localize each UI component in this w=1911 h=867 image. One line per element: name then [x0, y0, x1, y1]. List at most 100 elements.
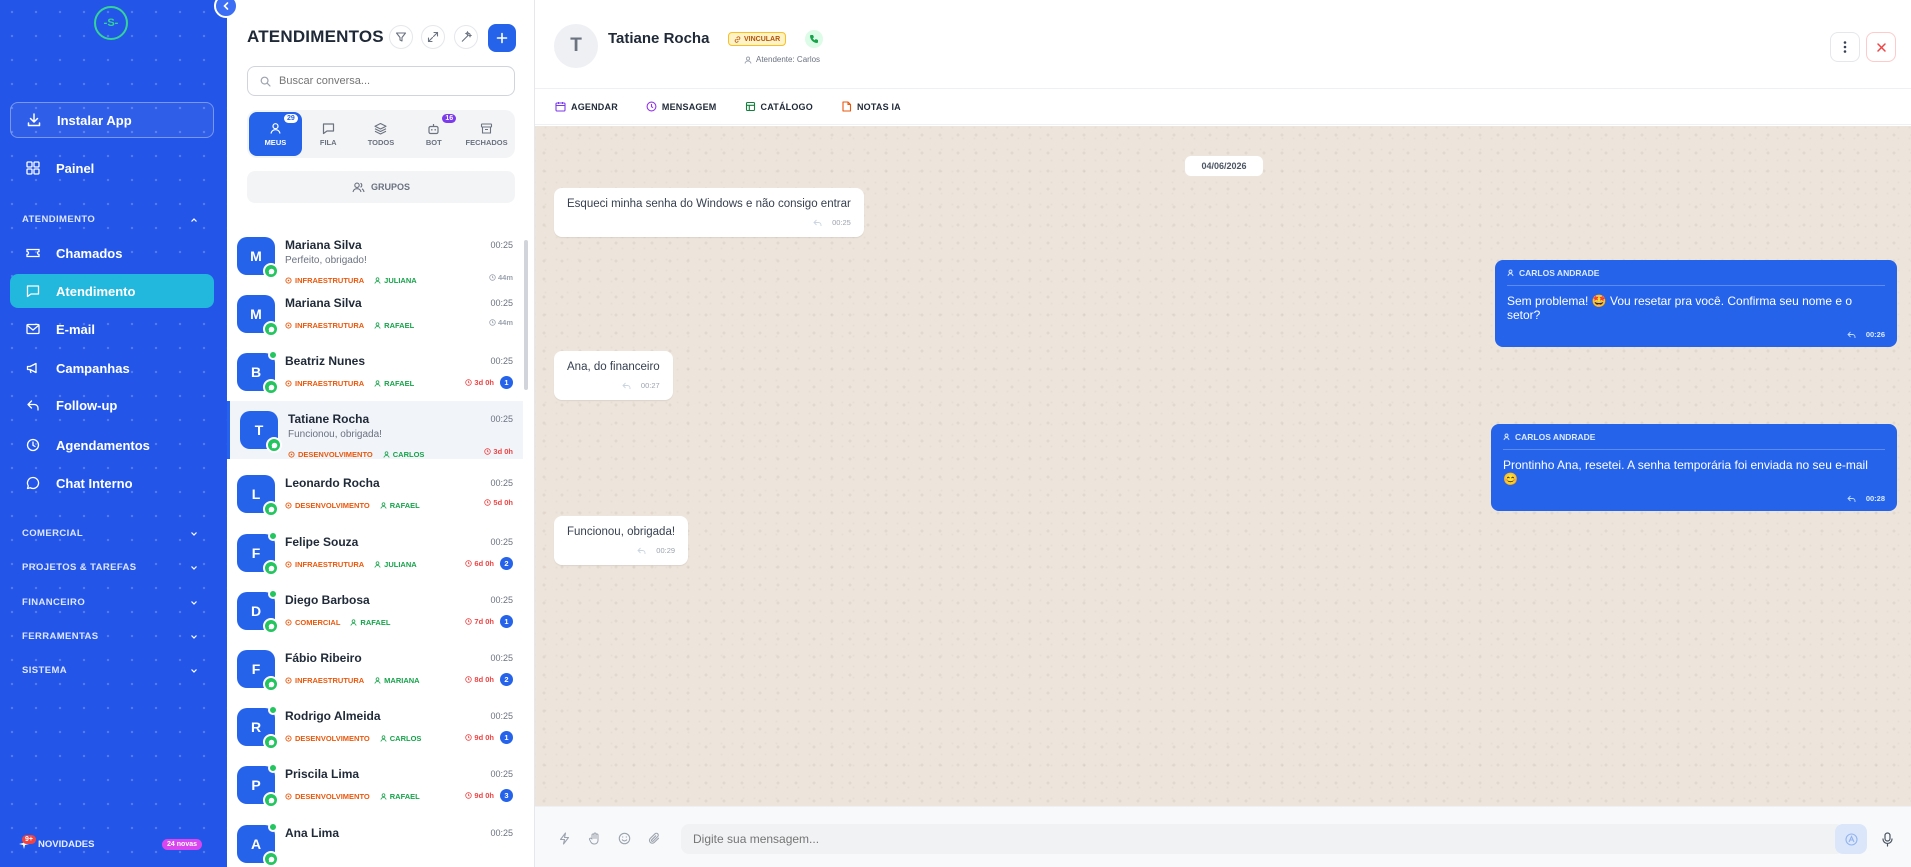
message-bubble-incoming[interactable]: Esqueci minha senha do Windows e não con…	[554, 188, 864, 237]
reply-arrow-icon	[27, 400, 39, 411]
logo-text: -S-	[103, 17, 119, 29]
call-button[interactable]	[805, 30, 823, 48]
conversation-row[interactable]: T Tatiane Rocha 00:25 Funcionou, obrigada! D…	[227, 401, 523, 459]
sidebar-section-sistema[interactable]: SISTEMA	[22, 665, 198, 676]
megaphone-icon	[26, 362, 37, 374]
reply-icon[interactable]	[1847, 495, 1856, 503]
sidebar-item-atendimento[interactable]: Atendimento	[10, 274, 214, 308]
tab-todos[interactable]: TODOS	[355, 112, 408, 156]
conversation-row[interactable]: F Fábio Ribeiro 00:25 INFRAESTRUTURA MARIANA…	[227, 640, 523, 698]
ai-assist-button[interactable]	[1835, 824, 1867, 854]
sidebar-item-painel[interactable]: Painel	[10, 151, 214, 185]
conversation-row[interactable]: F Felipe Souza 00:25 INFRAESTRUTURA JULIANA 6…	[227, 524, 523, 582]
conversation-row[interactable]: A Ana Lima 00:25	[227, 815, 523, 867]
department-icon	[285, 792, 292, 800]
reply-icon[interactable]	[813, 219, 822, 227]
reply-icon[interactable]	[637, 547, 646, 555]
expand-icon	[427, 31, 439, 43]
sidebar-section-ferramentas[interactable]: FERRAMENTAS	[22, 631, 198, 642]
elapsed-time: 5d 0h	[484, 498, 513, 507]
sidebar-item-campanhas[interactable]: Campanhas	[10, 351, 214, 385]
department-label: COMERCIAL	[295, 617, 341, 627]
message-time: 00:25	[490, 356, 513, 366]
notas-ia-button[interactable]: NOTAS IA	[841, 101, 901, 112]
chat-header: T Tatiane Rocha VINCULAR Atendente: Carl…	[535, 0, 1911, 89]
row-tags: DESENVOLVIMENTO RAFAEL	[285, 790, 420, 802]
search-input[interactable]	[279, 75, 499, 87]
tab-meus[interactable]: 29 MEUS	[249, 112, 302, 156]
chat-toolbar: AGENDAR MENSAGEM CATÁLOGO NOTAS IA	[535, 89, 1911, 125]
sidebar-item-chat-interno[interactable]: Chat Interno	[10, 466, 214, 500]
attach-button[interactable]	[645, 829, 663, 847]
quick-replies-button[interactable]	[555, 829, 573, 847]
message-bubble-incoming[interactable]: Funcionou, obrigada! 00:29	[554, 516, 689, 565]
row-meta: 7d 0h 1	[465, 615, 513, 628]
sidebar-item-followup[interactable]: Follow-up	[10, 388, 214, 422]
conversation-row[interactable]: R Rodrigo Almeida 00:25 DESENVOLVIMENTO CARL…	[227, 698, 523, 756]
hand-raise-button[interactable]	[585, 829, 603, 847]
conversation-row[interactable]: L Leonardo Rocha 00:25 DESENVOLVIMENTO RAFAE…	[227, 465, 523, 523]
conversation-scrollbar[interactable]	[524, 240, 528, 390]
sidebar-item-label: Follow-up	[56, 397, 118, 413]
department-tag: INFRAESTRUTURA	[285, 321, 364, 330]
news-button[interactable]: 9+ NOVIDADES 24 novas	[18, 835, 202, 850]
contact-name: Mariana Silva	[285, 238, 362, 252]
emoji-button[interactable]	[615, 829, 633, 847]
close-conversation-button[interactable]	[1866, 32, 1896, 62]
contact-avatar[interactable]: T	[554, 24, 598, 68]
sidebar-section-comercial[interactable]: COMERCIAL	[22, 528, 198, 539]
reply-icon[interactable]	[622, 382, 631, 390]
message-area[interactable]: 04/06/2026 Esqueci minha senha do Window…	[535, 126, 1911, 806]
conversation-row[interactable]: M Mariana Silva 00:25 INFRAESTRUTURA RAFAEL 4…	[227, 285, 523, 343]
conversation-row[interactable]: M Mariana Silva 00:25 Perfeito, obrigado! IN…	[227, 227, 523, 285]
sidebar-section-atendimento[interactable]: ATENDIMENTO	[22, 214, 198, 225]
message-input[interactable]	[681, 824, 1844, 854]
sidebar-item-chamados[interactable]: Chamados	[10, 236, 214, 270]
message-meta: 00:26	[1507, 330, 1885, 339]
sidebar-item-label: Agendamentos	[56, 437, 150, 453]
message-bubble-outgoing[interactable]: CARLOS ANDRADE Sem problema! 🤩 Vou reset…	[1495, 260, 1897, 347]
clock-icon	[646, 101, 657, 112]
install-app-button[interactable]: Instalar App	[10, 102, 214, 138]
chevron-down-icon	[191, 668, 197, 673]
conversation-row[interactable]: P Priscila Lima 00:25 DESENVOLVIMENTO RAFAEL…	[227, 756, 523, 814]
filter-button[interactable]	[389, 25, 413, 49]
tab-fechados[interactable]: FECHADOS	[460, 112, 513, 156]
message-bubble-outgoing[interactable]: CARLOS ANDRADE Prontinho Ana, resetei. A…	[1491, 424, 1897, 511]
chevron-down-icon	[191, 600, 197, 605]
reply-icon[interactable]	[1847, 331, 1856, 339]
avatar-initial: F	[251, 661, 261, 677]
conversation-row[interactable]: D Diego Barbosa 00:25 COMERCIAL RAFAEL 7d 0h 1	[227, 582, 523, 640]
new-conversation-button[interactable]	[488, 24, 516, 52]
sidebar-item-agendamentos[interactable]: Agendamentos	[10, 428, 214, 462]
message-bubble-incoming[interactable]: Ana, do financeiro 00:27	[554, 351, 673, 400]
vincular-button[interactable]: VINCULAR	[728, 32, 787, 46]
elapsed-label: 3d 0h	[493, 447, 513, 456]
avatar: F	[237, 531, 279, 576]
more-options-button[interactable]	[1830, 32, 1860, 62]
mensagem-button[interactable]: MENSAGEM	[646, 101, 717, 112]
link-icon	[734, 35, 741, 43]
conversation-row[interactable]: B Beatriz Nunes 00:25 INFRAESTRUTURA RAFAEL 3…	[227, 343, 523, 401]
sidebar-section-label: ATENDIMENTO	[22, 214, 96, 225]
microphone-button[interactable]	[1876, 828, 1898, 850]
sidebar-item-email[interactable]: E-mail	[10, 312, 214, 346]
tab-bot[interactable]: 16 BOT	[407, 112, 460, 156]
sidebar-section-financeiro[interactable]: FINANCEIRO	[22, 597, 198, 608]
agendar-button[interactable]: AGENDAR	[555, 101, 618, 112]
search-box[interactable]	[247, 66, 515, 96]
catalog-icon	[745, 101, 755, 112]
expand-button[interactable]	[421, 25, 445, 49]
groups-button[interactable]: GRUPOS	[247, 171, 515, 203]
ai-magic-button[interactable]	[454, 25, 478, 49]
clock-icon	[465, 379, 473, 386]
department-icon	[285, 560, 292, 568]
tab-fila[interactable]: FILA	[302, 112, 355, 156]
agent-tag: JULIANA	[374, 560, 417, 569]
catalogo-button[interactable]: CATÁLOGO	[745, 101, 813, 112]
elapsed-label: 44m	[497, 273, 513, 282]
agent-tag: JULIANA	[374, 276, 417, 285]
smile-icon	[618, 832, 630, 844]
whatsapp-icon	[263, 851, 279, 867]
sidebar-section-projetos[interactable]: PROJETOS & TAREFAS	[22, 562, 198, 573]
